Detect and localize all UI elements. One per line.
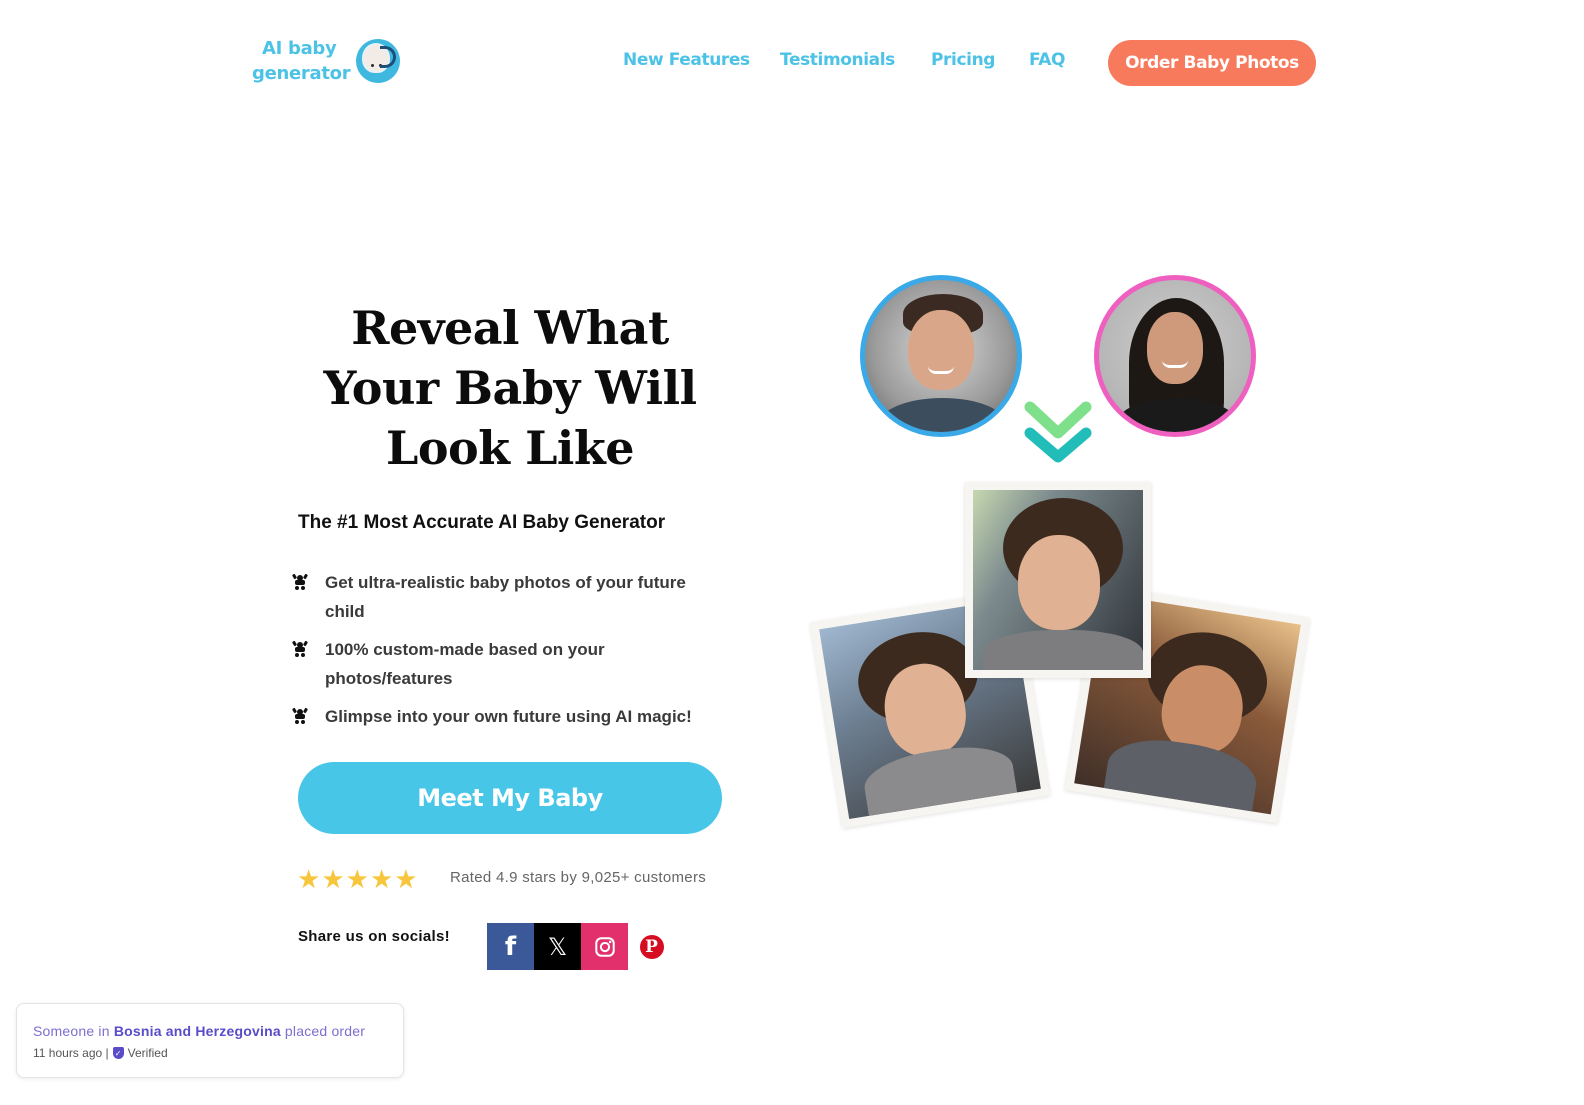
child-photo-2 xyxy=(965,482,1151,678)
verified-shield-icon: ✓ xyxy=(112,1047,124,1059)
recent-order-toast[interactable]: Someone in Bosnia and Herzegovina placed… xyxy=(16,1003,404,1078)
feature-item: Get ultra-realistic baby photos of your … xyxy=(291,568,712,626)
star-icon: ★ xyxy=(321,864,345,894)
toast-meta: 11 hours ago | ✓ Verified xyxy=(33,1046,168,1060)
star-icon: ★ xyxy=(394,864,418,894)
feature-item: Glimpse into your own future using AI ma… xyxy=(291,702,712,731)
double-chevron-down-icon xyxy=(1024,401,1092,463)
instagram-icon xyxy=(594,936,615,957)
rating-text: Rated 4.9 stars by 9,025+ customers xyxy=(450,869,707,886)
toast-suffix: placed order xyxy=(284,1023,366,1039)
order-baby-photos-button[interactable]: Order Baby Photos xyxy=(1108,40,1316,86)
nav-faq[interactable]: FAQ xyxy=(1029,50,1065,70)
smile xyxy=(1162,360,1188,368)
toast-verified: Verified xyxy=(127,1046,168,1060)
star-icon: ★ xyxy=(345,864,369,894)
logo-line-1: AI baby xyxy=(262,38,337,59)
feature-text: Get ultra-realistic baby photos of your … xyxy=(325,573,686,621)
shirt xyxy=(880,398,1005,432)
hero-subtitle: The #1 Most Accurate AI Baby Generator xyxy=(298,512,666,533)
smile xyxy=(928,366,954,374)
nav-testimonials[interactable]: Testimonials xyxy=(780,50,895,70)
shirt xyxy=(983,630,1143,670)
face xyxy=(1147,312,1203,384)
feature-text: 100% custom-made based on your photos/fe… xyxy=(325,640,605,688)
mother-photo xyxy=(1094,275,1256,437)
x-icon: 𝕏 xyxy=(547,932,568,961)
father-photo xyxy=(860,275,1022,437)
feature-list: Get ultra-realistic baby photos of your … xyxy=(291,568,712,740)
baby-icon xyxy=(291,635,325,664)
meet-my-baby-button[interactable]: Meet My Baby xyxy=(298,762,722,834)
feature-text: Glimpse into your own future using AI ma… xyxy=(325,707,692,726)
nav-pricing[interactable]: Pricing xyxy=(931,50,995,70)
face xyxy=(908,310,974,390)
facebook-share-button[interactable]: f xyxy=(487,923,534,970)
baby-icon xyxy=(291,702,325,731)
baby-icon xyxy=(291,568,325,597)
toast-prefix: Someone in xyxy=(33,1023,110,1039)
toast-location: Bosnia and Herzegovina xyxy=(113,1023,281,1039)
shirt xyxy=(1101,731,1261,815)
toast-time: 11 hours ago | xyxy=(33,1046,109,1060)
toast-message: Someone in Bosnia and Herzegovina placed… xyxy=(33,1023,365,1039)
feature-item: 100% custom-made based on your photos/fe… xyxy=(291,635,712,693)
eye-icon xyxy=(371,64,374,67)
child-image xyxy=(973,490,1143,670)
hero-title: Reveal What Your Baby Will Look Like xyxy=(323,301,697,475)
nav-new-features[interactable]: New Features xyxy=(623,50,750,70)
pinterest-icon: P xyxy=(639,934,664,959)
social-share-buttons: f 𝕏 P xyxy=(487,923,675,970)
star-icon: ★ xyxy=(297,864,321,894)
logo-text: AI baby generator xyxy=(252,36,351,86)
star-rating: ★ ★ ★ ★ ★ xyxy=(297,866,418,892)
logo-line-2: generator xyxy=(252,63,351,84)
pinterest-share-button[interactable]: P xyxy=(628,923,675,970)
shirt xyxy=(860,739,1019,819)
logo[interactable]: AI baby generator xyxy=(252,36,402,90)
share-label: Share us on socials! xyxy=(298,928,450,945)
face xyxy=(1018,535,1100,630)
star-icon: ★ xyxy=(369,864,394,894)
x-share-button[interactable]: 𝕏 xyxy=(534,923,581,970)
instagram-share-button[interactable] xyxy=(581,923,628,970)
facebook-icon: f xyxy=(504,931,517,962)
